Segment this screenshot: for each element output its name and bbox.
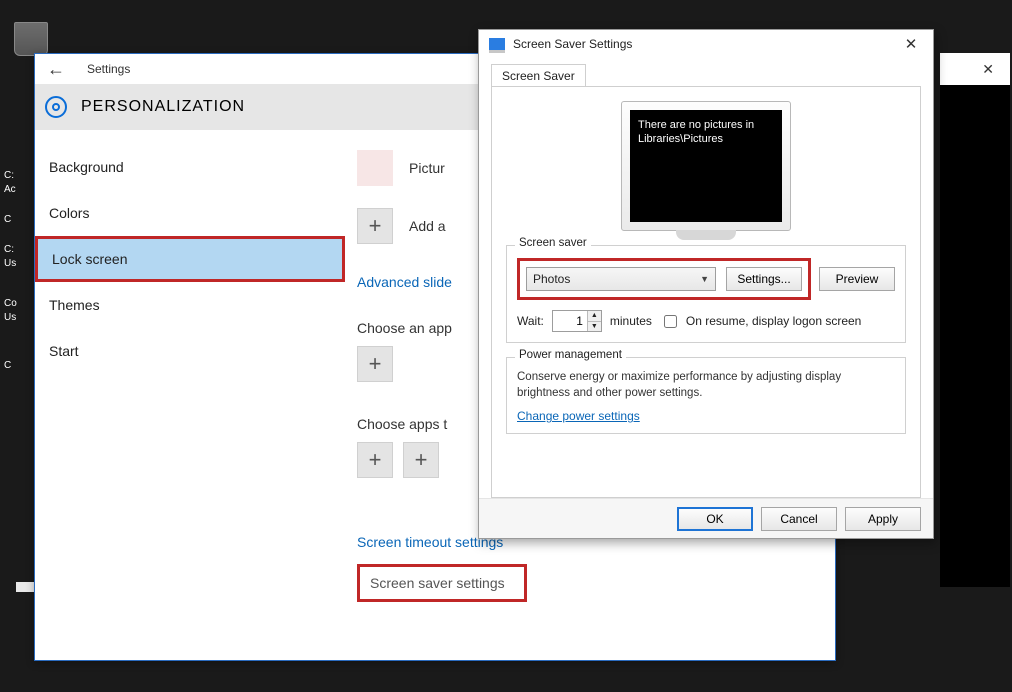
sidebar-item-label: Start (49, 343, 79, 359)
sidebar-item-background[interactable]: Background (35, 144, 345, 190)
preview-message: There are no pictures in Libraries\Pictu… (638, 119, 754, 145)
sidebar-item-start[interactable]: Start (35, 328, 345, 374)
minutes-label: minutes (610, 314, 652, 328)
wait-label: Wait: (517, 314, 544, 328)
on-resume-input[interactable] (664, 315, 677, 328)
highlighted-controls: Photos ▼ Settings... (517, 258, 811, 300)
spinner-up-icon[interactable]: ▲ (587, 311, 601, 322)
close-button[interactable]: ✕ (899, 32, 923, 56)
settings-sidebar: Background Colors Lock screen Themes Sta… (35, 130, 345, 660)
settings-title: Settings (87, 62, 130, 76)
wait-spinner[interactable]: ▲ ▼ (552, 310, 602, 332)
preview-screen: There are no pictures in Libraries\Pictu… (630, 110, 782, 222)
cancel-button[interactable]: Cancel (761, 507, 837, 531)
combo-value: Photos (533, 272, 570, 286)
screen-saver-dialog: Screen Saver Settings ✕ Screen Saver The… (478, 29, 934, 539)
screen-saver-settings-link[interactable]: Screen saver settings (357, 564, 527, 602)
chevron-down-icon: ▼ (700, 274, 709, 284)
apply-button[interactable]: Apply (845, 507, 921, 531)
power-management-group: Power management Conserve energy or maxi… (506, 357, 906, 434)
category-title: PERSONALIZATION (81, 98, 245, 116)
screensaver-combo[interactable]: Photos ▼ (526, 267, 716, 291)
close-icon[interactable]: ✕ (982, 61, 994, 78)
sidebar-item-colors[interactable]: Colors (35, 190, 345, 236)
dialog-footer: OK Cancel Apply (479, 498, 933, 538)
gear-icon (45, 96, 67, 118)
preview-button[interactable]: Preview (819, 267, 895, 291)
screen-saver-titlebar: Screen Saver Settings ✕ (479, 30, 933, 57)
picture-label: Pictur (409, 160, 445, 176)
pm-legend: Power management (515, 349, 626, 361)
monitor-icon (489, 38, 505, 50)
picture-thumbnail[interactable] (357, 150, 393, 186)
spinner-down-icon[interactable]: ▼ (587, 322, 601, 332)
sidebar-item-label: Themes (49, 297, 100, 313)
choose-apps-slot-1[interactable]: + (357, 442, 393, 478)
add-folder-label: Add a (409, 218, 446, 234)
sidebar-item-themes[interactable]: Themes (35, 282, 345, 328)
sidebar-item-label: Background (49, 159, 124, 175)
preview-monitor: There are no pictures in Libraries\Pictu… (621, 101, 791, 231)
on-resume-checkbox[interactable]: On resume, display logon screen (660, 312, 861, 331)
wait-input[interactable] (553, 311, 587, 331)
pm-description: Conserve energy or maximize performance … (517, 370, 895, 401)
back-button[interactable]: ← (45, 58, 67, 80)
recycle-bin-icon[interactable] (14, 22, 48, 56)
sidebar-item-lock-screen[interactable]: Lock screen (35, 236, 345, 282)
group-legend: Screen saver (515, 237, 591, 249)
background-window: ✕ (940, 53, 1010, 587)
on-resume-label: On resume, display logon screen (686, 314, 861, 328)
ok-button[interactable]: OK (677, 507, 753, 531)
sidebar-item-label: Colors (49, 205, 89, 221)
tab-screen-saver[interactable]: Screen Saver (491, 64, 586, 87)
sidebar-item-label: Lock screen (52, 251, 127, 267)
choose-app-button[interactable]: + (357, 346, 393, 382)
choose-apps-slot-2[interactable]: + (403, 442, 439, 478)
add-folder-button[interactable]: + (357, 208, 393, 244)
change-power-settings-link[interactable]: Change power settings (517, 409, 640, 423)
tab-pane: There are no pictures in Libraries\Pictu… (491, 86, 921, 498)
screen-saver-group: Screen saver Photos ▼ Settings... Previe… (506, 245, 906, 343)
dialog-title: Screen Saver Settings (513, 37, 632, 51)
screensaver-settings-button[interactable]: Settings... (726, 267, 802, 291)
